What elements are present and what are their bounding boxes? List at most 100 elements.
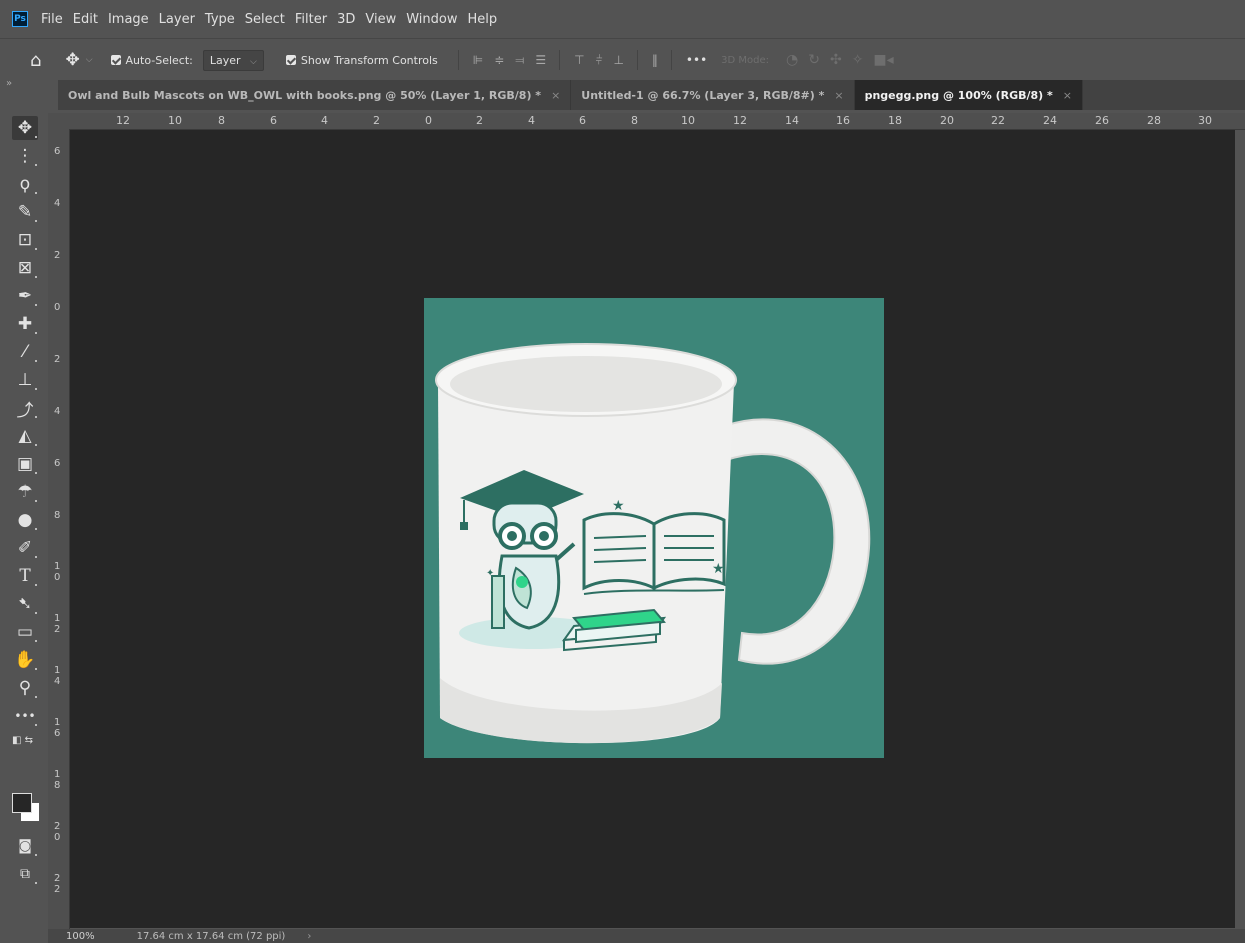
ruler-tick: 14	[54, 665, 61, 687]
chevron-down-icon[interactable]: ⌵	[86, 55, 93, 65]
canvas-pasteboard[interactable]: ★ ★ ✦	[70, 130, 1235, 928]
ruler-tick: 8	[54, 510, 61, 521]
horizontal-ruler[interactable]: 12 10 8 6 4 2 0 2 4 6 8 10 12 14 16 18 2…	[69, 113, 1245, 130]
quick-mask-icon[interactable]: ◙	[12, 834, 38, 858]
hand-tool-icon[interactable]: ✋	[12, 648, 38, 672]
align-vertical-centers-icon[interactable]: ⫩	[596, 53, 603, 68]
ruler-tick: 4	[321, 114, 328, 127]
ruler-tick: 24	[1043, 114, 1057, 127]
ruler-tick: 2	[373, 114, 380, 127]
ruler-tick: 18	[888, 114, 902, 127]
menu-help[interactable]: Help	[463, 12, 503, 27]
menu-select[interactable]: Select	[240, 12, 290, 27]
3d-orbit-icon[interactable]: ◔	[786, 52, 798, 68]
screen-mode-icon[interactable]: ⧉	[12, 862, 38, 886]
dodge-tool-icon[interactable]: ●	[12, 508, 38, 532]
ruler-origin[interactable]	[48, 113, 70, 129]
document-canvas[interactable]: ★ ★ ✦	[424, 298, 884, 758]
brush-tool-icon[interactable]: ⁄	[12, 340, 38, 364]
ruler-tick: 12	[54, 613, 61, 635]
gradient-tool-icon[interactable]: ▣	[12, 452, 38, 476]
3d-scale-icon[interactable]: ■◂	[873, 52, 893, 68]
menu-filter[interactable]: Filter	[290, 12, 332, 27]
more-options-icon[interactable]: •••	[686, 53, 707, 67]
tab-pngegg[interactable]: pngegg.png @ 100% (RGB/8) * ×	[854, 80, 1084, 110]
crop-tool-icon[interactable]: ⊡	[12, 228, 38, 252]
align-left-edges-icon[interactable]: ⊫	[473, 53, 484, 67]
default-colors-icon[interactable]: ◧ ⇆	[12, 735, 33, 746]
clone-stamp-tool-icon[interactable]: ⊥	[12, 368, 38, 392]
path-selection-tool-icon[interactable]: ➷	[12, 592, 38, 616]
healing-brush-tool-icon[interactable]: ✚	[12, 312, 38, 336]
panel-collapse-handle[interactable]	[0, 78, 58, 110]
move-tool-preset-icon[interactable]: ✥	[65, 50, 79, 70]
ruler-tick: 12	[733, 114, 747, 127]
tab-untitled-1[interactable]: Untitled-1 @ 66.7% (Layer 3, RGB/8#) * ×	[571, 80, 855, 110]
auto-select-target-dropdown[interactable]: Layer ⌵	[202, 49, 264, 71]
document-size: 17.64 cm x 17.64 cm (72 ppi)	[136, 930, 286, 942]
3d-pan-icon[interactable]: ✣	[830, 52, 842, 68]
menu-view[interactable]: View	[360, 12, 401, 27]
eraser-tool-icon[interactable]: ◭	[12, 424, 38, 448]
menu-window[interactable]: Window	[401, 12, 462, 27]
close-icon[interactable]: ×	[834, 89, 843, 102]
tab-owl-bulb-mascots[interactable]: Owl and Bulb Mascots on WB_OWL with book…	[58, 80, 572, 110]
divider	[670, 50, 672, 70]
rectangle-tool-icon[interactable]: ▭	[12, 620, 38, 644]
ruler-tick: 2	[54, 250, 61, 261]
type-tool-icon[interactable]: T	[12, 564, 38, 588]
artboard-tool-icon[interactable]: ⋮	[12, 144, 38, 168]
close-icon[interactable]: ×	[1063, 89, 1072, 102]
3d-slide-icon[interactable]: ✧	[852, 52, 864, 68]
eyedropper-tool-icon[interactable]: ✒	[12, 284, 38, 308]
mug-handle	[722, 418, 871, 665]
divider	[457, 50, 459, 70]
svg-text:★: ★	[612, 498, 625, 514]
ruler-tick: 16	[836, 114, 850, 127]
pen-tool-icon[interactable]: ✐	[12, 536, 38, 560]
show-transform-controls-checkbox[interactable]: Show Transform Controls	[285, 54, 438, 67]
distribute-horizontal-icon[interactable]: ‖	[652, 53, 658, 67]
home-icon[interactable]: ⌂	[30, 50, 41, 71]
menu-image[interactable]: Image	[103, 12, 154, 27]
foreground-color-swatch[interactable]	[12, 793, 32, 813]
vertical-ruler[interactable]: 6 4 2 0 2 4 6 8 10 12 14 16 18 20 22	[48, 129, 70, 931]
3d-mode-label: 3D Mode:	[721, 54, 769, 66]
distribute-vertical-icon[interactable]: ☰	[535, 53, 546, 67]
close-icon[interactable]: ×	[551, 89, 560, 102]
menu-layer[interactable]: Layer	[154, 12, 200, 27]
align-top-edges-icon[interactable]: ⊤	[574, 53, 585, 67]
auto-select-checkbox[interactable]: Auto-Select:	[110, 54, 193, 67]
ruler-tick: 12	[116, 114, 130, 127]
align-bottom-edges-icon[interactable]: ⊥	[613, 53, 624, 67]
move-tool-icon[interactable]: ✥	[12, 116, 38, 140]
ruler-tick: 18	[54, 769, 61, 791]
menu-edit[interactable]: Edit	[68, 12, 103, 27]
align-horizontal-centers-icon[interactable]: ≑	[494, 53, 504, 67]
status-menu-arrow-icon[interactable]: ›	[307, 931, 311, 942]
frame-tool-icon[interactable]: ⊠	[12, 256, 38, 280]
menu-type[interactable]: Type	[200, 12, 240, 27]
lasso-tool-icon[interactable]: ϙ	[12, 172, 38, 196]
3d-roll-icon[interactable]: ↻	[808, 52, 820, 68]
ruler-tick: 6	[54, 146, 61, 157]
blur-tool-icon[interactable]: ☂	[12, 480, 38, 504]
menu-file[interactable]: File	[36, 12, 68, 27]
ruler-tick: 10	[54, 561, 61, 583]
ruler-tick: 26	[1095, 114, 1109, 127]
history-brush-tool-icon[interactable]: ⤴	[12, 396, 38, 421]
menu-bar: Ps File Edit Image Layer Type Select Fil…	[0, 0, 1245, 38]
menu-3d[interactable]: 3D	[332, 12, 360, 27]
ruler-tick: 4	[54, 198, 61, 209]
align-right-edges-icon[interactable]: ⫤	[515, 53, 524, 68]
zoom-tool-icon[interactable]: ⚲	[12, 676, 38, 700]
ruler-tick: 6	[270, 114, 277, 127]
ruler-tick: 2	[476, 114, 483, 127]
ruler-tick: 10	[168, 114, 182, 127]
quick-selection-tool-icon[interactable]: ✎	[12, 200, 38, 224]
chevron-down-icon: ⌵	[250, 56, 257, 67]
more-tools-icon[interactable]: •••	[12, 704, 38, 728]
zoom-level[interactable]: 100%	[66, 931, 95, 942]
photoshop-logo-icon[interactable]: Ps	[12, 11, 28, 27]
ruler-tick: 6	[579, 114, 586, 127]
